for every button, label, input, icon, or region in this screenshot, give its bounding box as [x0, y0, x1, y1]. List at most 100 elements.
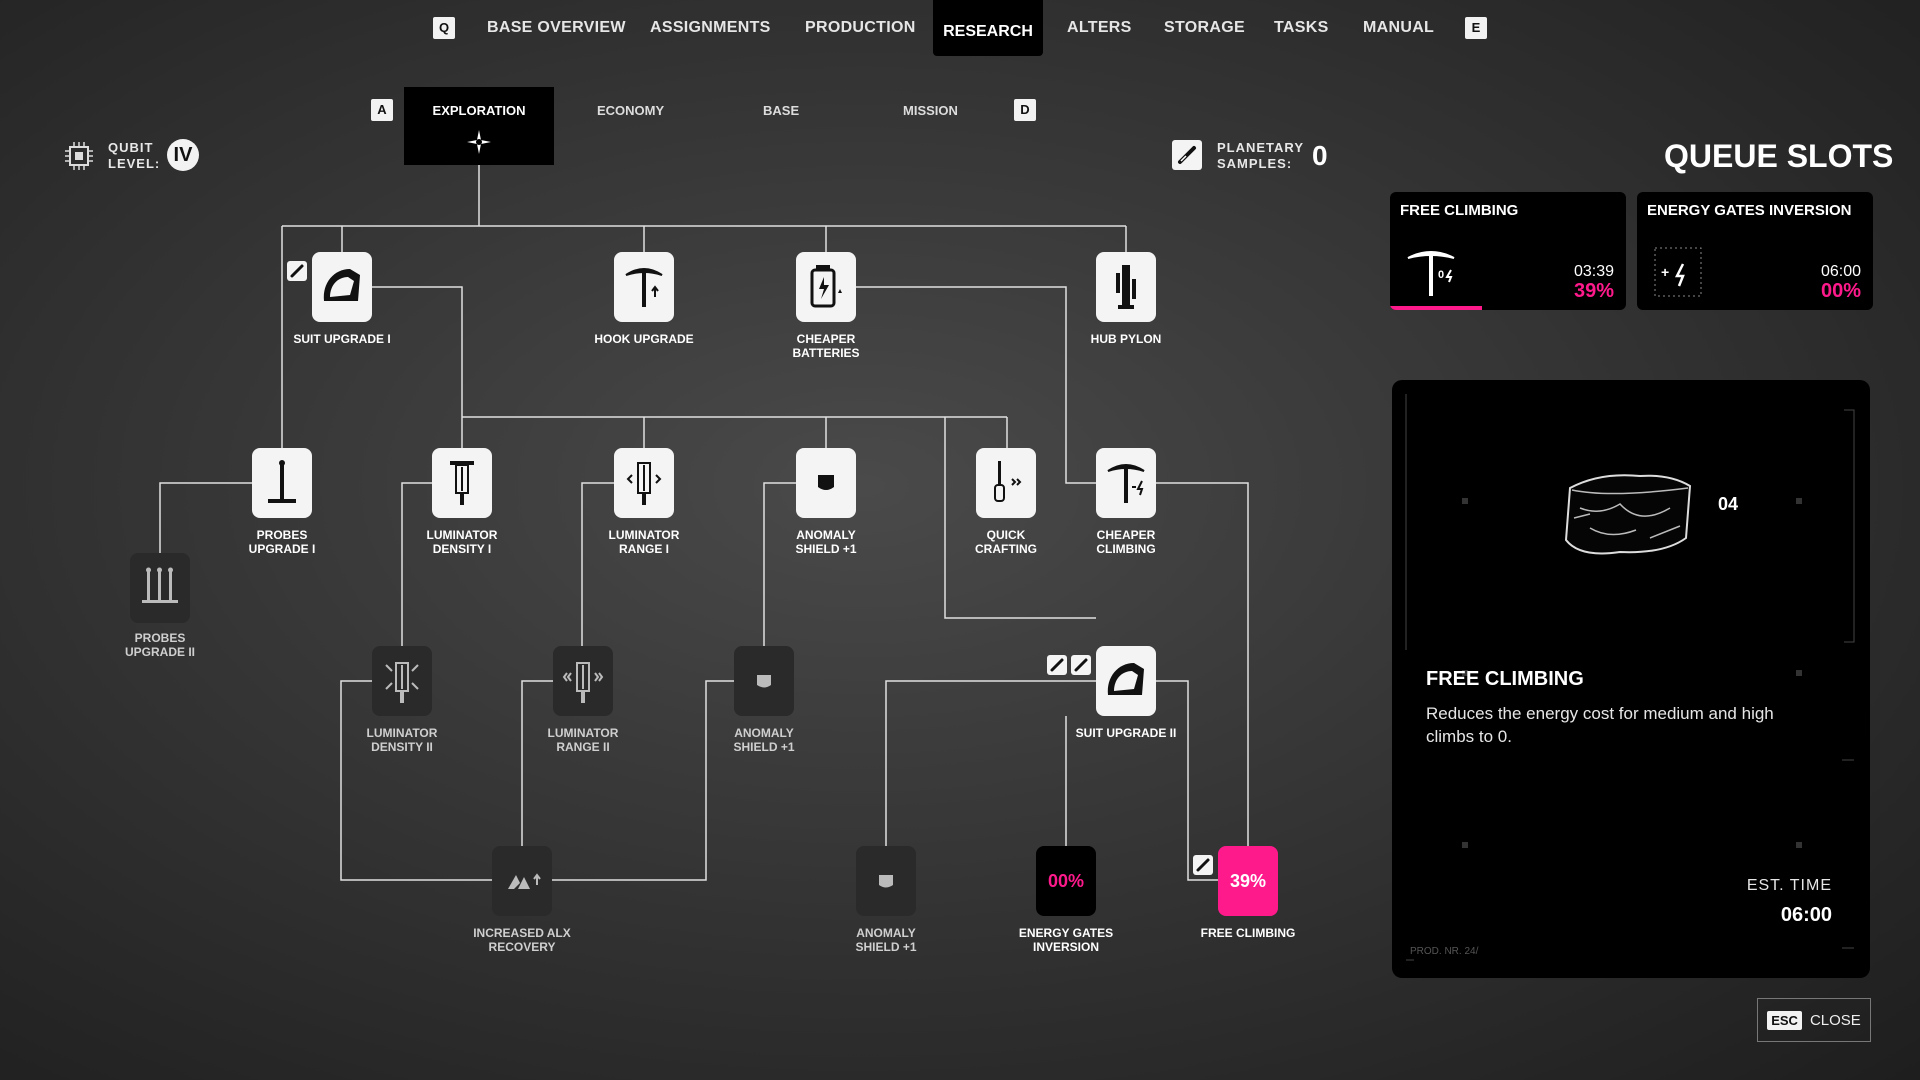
label-luminator-density-1: LUMINATOR DENSITY I — [382, 528, 542, 556]
rock-sample-icon — [1564, 474, 1692, 555]
free-climbing-progress: 39% — [1229, 870, 1267, 891]
label-cheaper-batteries: CHEAPER BATTERIES — [746, 332, 906, 360]
label-increased-alx-recovery: INCREASED ALX RECOVERY — [442, 926, 602, 954]
queue-slot-2[interactable]: ENERGY GATES INVERSION + 06:00 00% — [1637, 192, 1873, 310]
queue-slot-2-percent: 00% — [1820, 280, 1861, 302]
node-luminator-density-1[interactable] — [432, 448, 492, 518]
svg-text:+: + — [1661, 264, 1669, 280]
node-luminator-range-2[interactable] — [553, 646, 613, 716]
label-luminator-density-2-b: DENSITY II — [371, 740, 433, 754]
node-cheaper-climbing[interactable] — [1096, 448, 1156, 518]
energy-gate-icon: + — [1654, 247, 1702, 297]
shield-icon — [757, 675, 771, 688]
label-luminator-range-1-b: RANGE I — [618, 542, 669, 556]
label-cheaper-climbing: CHEAPER CLIMBING — [1046, 528, 1206, 556]
est-time-label: EST. TIME — [1746, 877, 1832, 894]
label-energy-gates-inversion: ENERGY GATES INVERSION — [986, 926, 1146, 954]
label-anomaly-shield-2: ANOMALY SHIELD +1 — [684, 726, 844, 754]
label-probes-upgrade-1-a: PROBES — [256, 528, 308, 542]
shield-icon — [879, 875, 893, 888]
label-cheaper-climbing-a: CHEAPER — [1096, 528, 1156, 542]
node-luminator-density-2[interactable] — [372, 646, 432, 716]
label-anomaly-shield-1-a: ANOMALY — [796, 528, 856, 542]
label-anomaly-shield-3-a: ANOMALY — [856, 926, 916, 940]
node-quick-crafting[interactable] — [976, 448, 1036, 518]
label-luminator-range-2-a: LUMINATOR — [547, 726, 619, 740]
node-luminator-range-1[interactable] — [614, 448, 674, 518]
label-energy-gates-b: INVERSION — [1032, 940, 1099, 954]
sample-cost-icon — [1047, 655, 1067, 675]
label-luminator-density-1-b: DENSITY I — [432, 542, 492, 556]
label-increased-alx-a: INCREASED ALX — [473, 926, 571, 940]
label-anomaly-shield-2-b: SHIELD +1 — [733, 740, 795, 754]
label-probes-upgrade-2-b: UPGRADE II — [124, 645, 195, 659]
label-free-climbing: FREE CLIMBING — [1200, 926, 1296, 940]
energy-gates-progress: 00% — [1047, 870, 1085, 891]
label-probes-upgrade-1: PROBES UPGRADE I — [202, 528, 362, 556]
label-suit-upgrade-1: SUIT UPGRADE I — [293, 332, 391, 346]
node-hub-pylon[interactable] — [1096, 252, 1156, 322]
node-anomaly-shield-1[interactable] — [796, 448, 856, 518]
detail-badge: 04 — [1718, 494, 1739, 514]
node-probes-upgrade-1[interactable] — [252, 448, 312, 518]
close-button[interactable]: ESC CLOSE — [1757, 998, 1871, 1042]
node-increased-alx-recovery[interactable] — [492, 846, 552, 916]
queue-slot-1-percent: 39% — [1573, 280, 1614, 302]
node-suit-upgrade-1[interactable] — [312, 252, 372, 322]
node-free-climbing[interactable]: 39% — [1218, 846, 1278, 916]
label-luminator-density-2: LUMINATOR DENSITY II — [322, 726, 482, 754]
sample-cost-icon — [1193, 855, 1213, 875]
label-energy-gates-a: ENERGY GATES — [1018, 926, 1114, 940]
pickaxe-icon — [625, 268, 663, 307]
esc-key: ESC — [1767, 1010, 1802, 1030]
label-anomaly-shield-2-a: ANOMALY — [734, 726, 794, 740]
label-cheaper-batteries-2: BATTERIES — [792, 346, 860, 360]
node-energy-gates-inversion[interactable]: 00% — [1036, 846, 1096, 916]
label-hook-upgrade: HOOK UPGRADE — [594, 332, 694, 346]
node-anomaly-shield-3[interactable] — [856, 846, 916, 916]
label-luminator-range-2: LUMINATOR RANGE II — [503, 726, 663, 754]
helmet-icon — [323, 269, 360, 301]
queue-slot-1-time: 03:39 — [1573, 263, 1614, 280]
sample-cost-icon — [1071, 655, 1091, 675]
label-probes-upgrade-2: PROBES UPGRADE II — [80, 631, 240, 659]
triple-probe-icon — [142, 567, 178, 603]
screwdriver-icon — [994, 461, 1022, 502]
luminator-icon — [450, 461, 474, 505]
label-luminator-range-1: LUMINATOR RANGE I — [564, 528, 724, 556]
label-luminator-density-2-a: LUMINATOR — [366, 726, 438, 740]
climbing-pickaxe-icon: 0 — [1407, 251, 1455, 296]
label-cheaper-batteries-1: CHEAPER — [796, 332, 856, 346]
luminator-range-icon — [626, 462, 662, 505]
detail-title: FREE CLIMBING — [1426, 668, 1584, 690]
node-suit-upgrade-2[interactable] — [1096, 646, 1156, 716]
node-cheaper-batteries[interactable] — [796, 252, 856, 322]
luminator-range-2-icon — [562, 662, 604, 703]
node-probes-upgrade-2[interactable] — [130, 553, 190, 623]
label-suit-upgrade-2: SUIT UPGRADE II — [1075, 726, 1177, 740]
svg-text:0: 0 — [1438, 269, 1444, 281]
label-luminator-range-1-a: LUMINATOR — [608, 528, 680, 542]
alx-recovery-icon — [508, 873, 541, 889]
label-hub-pylon: HUB PYLON — [1090, 332, 1162, 346]
research-detail-panel: 04 FREE CLIMBING Reduces the energy cost… — [1392, 380, 1870, 978]
queue-slot-2-time: 06:00 — [1820, 263, 1861, 280]
node-hook-upgrade[interactable] — [614, 252, 674, 322]
label-anomaly-shield-1-b: SHIELD +1 — [795, 542, 857, 556]
queue-slot-1-name: FREE CLIMBING — [1400, 202, 1519, 219]
label-luminator-range-2-b: RANGE II — [556, 740, 610, 754]
climbing-pickaxe-icon — [1107, 464, 1145, 503]
queue-slot-1[interactable]: FREE CLIMBING 0 03:39 39% — [1390, 192, 1626, 310]
battery-icon — [810, 265, 842, 308]
sample-cost-icon — [287, 261, 307, 281]
node-anomaly-shield-2[interactable] — [734, 646, 794, 716]
label-probes-upgrade-2-a: PROBES — [134, 631, 186, 645]
helmet-icon — [1107, 663, 1144, 695]
label-anomaly-shield-1: ANOMALY SHIELD +1 — [746, 528, 906, 556]
prod-number-label: PROD. NR. 24/ — [1410, 946, 1479, 957]
queue-slot-1-progress-bar — [1390, 306, 1483, 310]
close-label: CLOSE — [1809, 1011, 1861, 1029]
queue-slots-title: QUEUE SLOTS — [1664, 138, 1894, 174]
label-increased-alx-b: RECOVERY — [488, 940, 556, 954]
label-luminator-density-1-a: LUMINATOR — [426, 528, 498, 542]
